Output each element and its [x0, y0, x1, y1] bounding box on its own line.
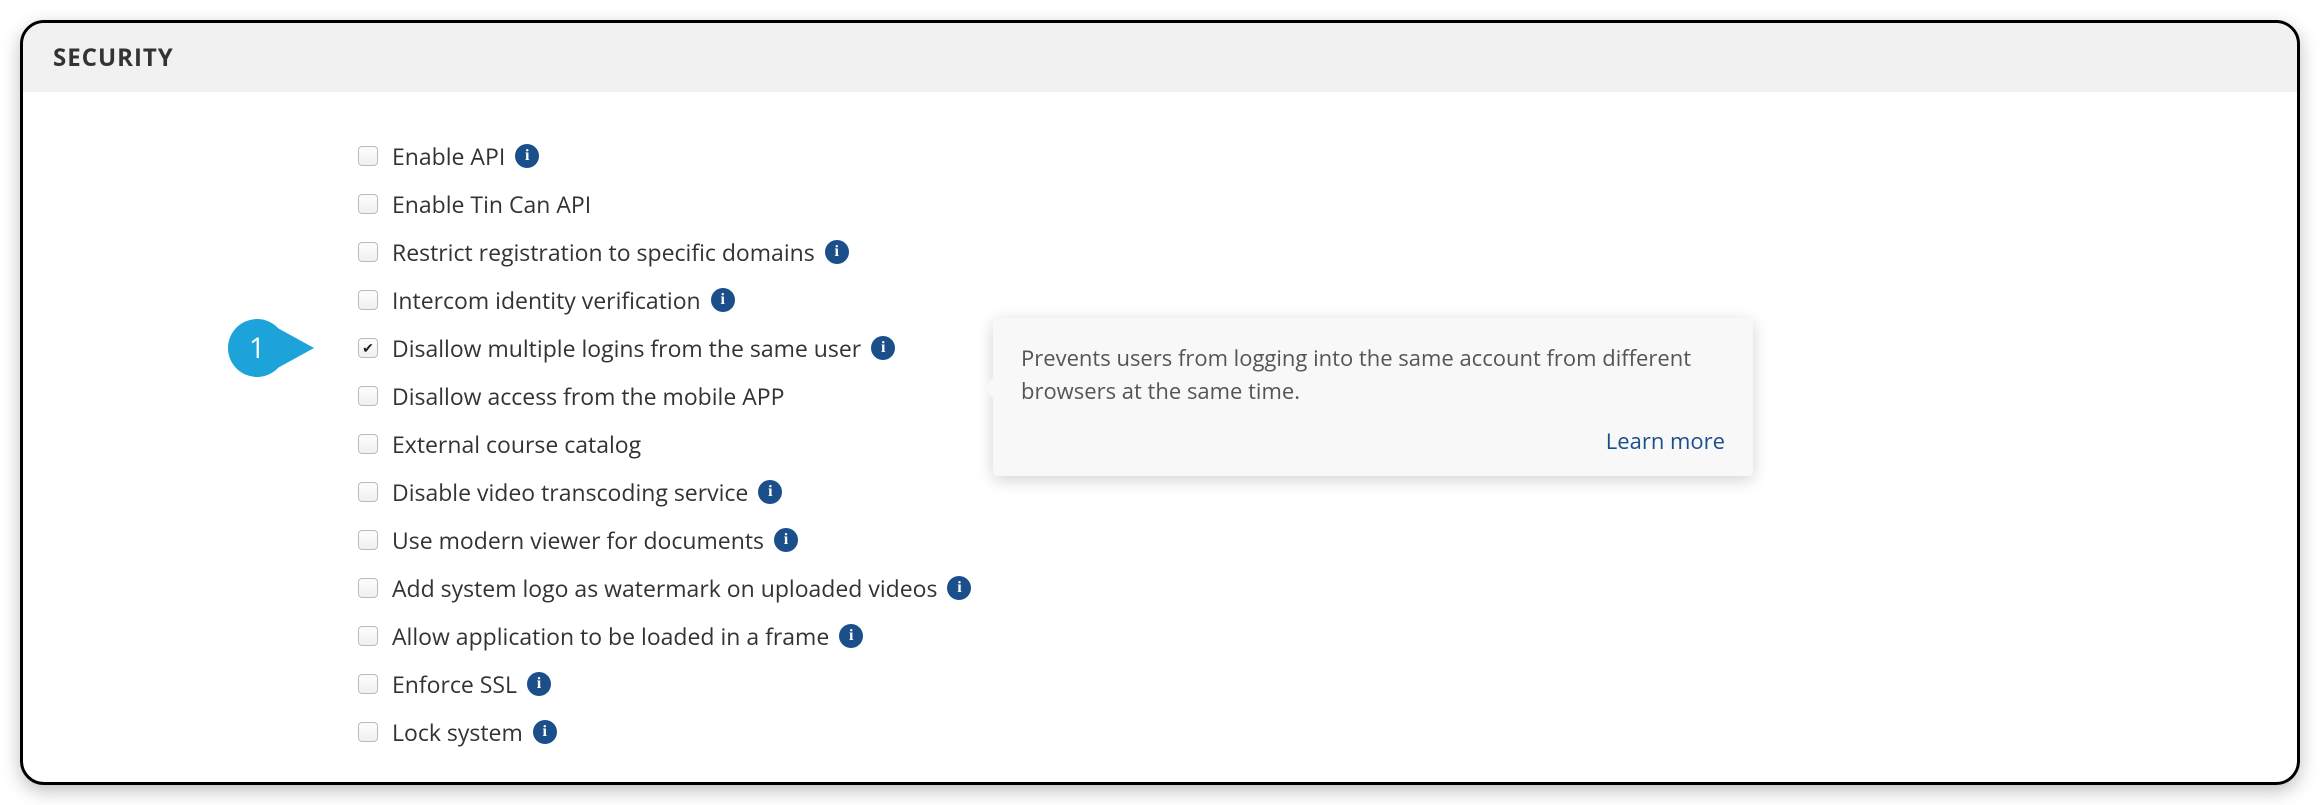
checkbox-external-catalog[interactable]: [358, 434, 378, 454]
option-label: Use modern viewer for documents: [392, 524, 764, 556]
option-row-enable-api: Enable API: [358, 132, 2297, 180]
option-label: Allow application to be loaded in a fram…: [392, 620, 829, 652]
info-icon[interactable]: [825, 240, 849, 264]
info-tooltip: Prevents users from logging into the sam…: [993, 318, 1753, 476]
checkbox-disable-transcoding[interactable]: [358, 482, 378, 502]
option-row-restrict-domains: Restrict registration to specific domain…: [358, 228, 2297, 276]
section-header: SECURITY: [23, 23, 2297, 92]
option-label: Add system logo as watermark on uploaded…: [392, 572, 937, 604]
checkbox-enable-api[interactable]: [358, 146, 378, 166]
info-icon[interactable]: [533, 720, 557, 744]
info-icon[interactable]: [947, 576, 971, 600]
checkbox-disallow-multiple-logins[interactable]: [358, 338, 378, 358]
learn-more-link[interactable]: Learn more: [1021, 426, 1725, 456]
option-label: External course catalog: [392, 428, 641, 460]
checkbox-disallow-mobile[interactable]: [358, 386, 378, 406]
option-label: Intercom identity verification: [392, 284, 701, 316]
option-row-enforce-ssl: Enforce SSL: [358, 660, 2297, 708]
option-label: Restrict registration to specific domain…: [392, 236, 815, 268]
info-icon[interactable]: [758, 480, 782, 504]
step-callout: 1: [228, 319, 286, 377]
option-label: Lock system: [392, 716, 523, 748]
option-row-enable-tincan: Enable Tin Can API: [358, 180, 2297, 228]
info-icon[interactable]: [711, 288, 735, 312]
checkbox-enforce-ssl[interactable]: [358, 674, 378, 694]
info-icon[interactable]: [871, 336, 895, 360]
info-icon[interactable]: [774, 528, 798, 552]
checkbox-enable-tincan[interactable]: [358, 194, 378, 214]
section-title: SECURITY: [53, 41, 2267, 74]
option-row-modern-viewer: Use modern viewer for documents: [358, 516, 2297, 564]
option-label: Enable API: [392, 140, 505, 172]
info-icon[interactable]: [527, 672, 551, 696]
checkbox-intercom-identity[interactable]: [358, 290, 378, 310]
security-settings-card: SECURITY Enable API Enable Tin Can API Res…: [20, 20, 2300, 785]
checkbox-modern-viewer[interactable]: [358, 530, 378, 550]
option-row-allow-frame: Allow application to be loaded in a fram…: [358, 612, 2297, 660]
option-label: Enable Tin Can API: [392, 188, 591, 220]
info-icon[interactable]: [839, 624, 863, 648]
option-row-intercom-identity: Intercom identity verification: [358, 276, 2297, 324]
option-label: Disallow multiple logins from the same u…: [392, 332, 861, 364]
info-icon[interactable]: [515, 144, 539, 168]
tooltip-text: Prevents users from logging into the sam…: [1021, 342, 1725, 408]
option-label: Enforce SSL: [392, 668, 517, 700]
checkbox-allow-frame[interactable]: [358, 626, 378, 646]
option-label: Disallow access from the mobile APP: [392, 380, 784, 412]
option-row-watermark-videos: Add system logo as watermark on uploaded…: [358, 564, 2297, 612]
checkbox-watermark-videos[interactable]: [358, 578, 378, 598]
option-label: Disable video transcoding service: [392, 476, 748, 508]
option-row-lock-system: Lock system: [358, 708, 2297, 756]
checkbox-restrict-domains[interactable]: [358, 242, 378, 262]
checkbox-lock-system[interactable]: [358, 722, 378, 742]
